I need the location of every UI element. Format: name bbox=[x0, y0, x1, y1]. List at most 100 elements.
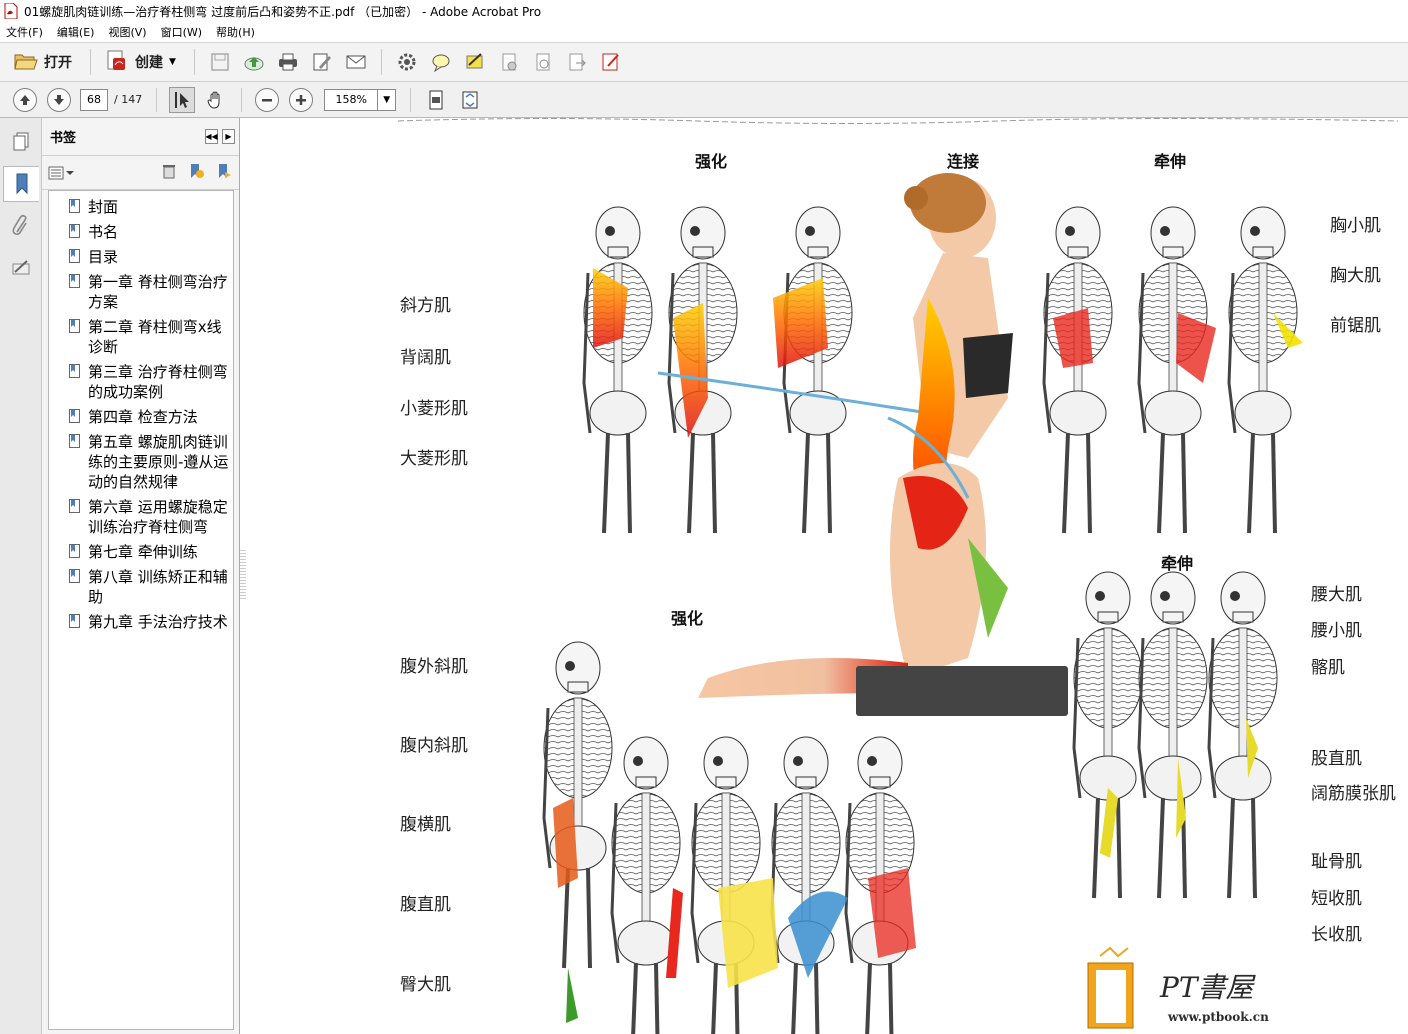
collapse-panel-button[interactable]: ◀◀ bbox=[205, 129, 218, 144]
page-thumbnails-tab[interactable] bbox=[3, 124, 39, 160]
bookmark-label: 第二章 脊柱侧弯x线诊断 bbox=[88, 318, 222, 356]
document-view[interactable]: 强化 连接 牵伸 强化 牵伸 斜方肌 背阔肌 小菱形肌 大菱形肌 腹外斜肌 腹内… bbox=[248, 118, 1408, 1034]
page-total: / 147 bbox=[114, 93, 143, 106]
bookmark-label: 第七章 牵伸训练 bbox=[88, 543, 198, 561]
watermark-title: PT書屋 bbox=[1160, 971, 1254, 1004]
print-icon[interactable] bbox=[275, 49, 301, 75]
dropdown-arrow-icon: ▼ bbox=[169, 57, 176, 67]
bookmark-item[interactable]: 第九章 手法治疗技术 bbox=[49, 610, 233, 635]
bookmark-item[interactable]: 第四章 检查方法 bbox=[49, 405, 233, 430]
next-page-button[interactable] bbox=[47, 87, 71, 112]
skeleton-group-stretch-top bbox=[1042, 205, 1303, 535]
zoom-in-button[interactable] bbox=[289, 87, 314, 112]
page-number-input[interactable] bbox=[80, 88, 108, 111]
comment-icon[interactable] bbox=[428, 49, 454, 75]
menu-help[interactable]: 帮助(H) bbox=[216, 24, 255, 40]
email-icon[interactable] bbox=[343, 49, 369, 75]
save-icon[interactable] bbox=[207, 49, 233, 75]
paperclip-icon bbox=[12, 214, 27, 235]
label-rhomboid-minor: 小菱形肌 bbox=[400, 399, 468, 419]
menu-edit[interactable]: 编辑(E) bbox=[57, 24, 95, 40]
pdf-file-icon bbox=[4, 2, 18, 20]
label-pectoralis-minor: 胸小肌 bbox=[1330, 216, 1381, 236]
bookmark-item[interactable]: 第一章 脊柱侧弯治疗方案 bbox=[49, 270, 233, 315]
full-screen-icon[interactable] bbox=[457, 87, 483, 113]
navigation-pane-tabs bbox=[0, 118, 42, 1034]
label-adductor-longus: 长收肌 bbox=[1311, 925, 1362, 945]
expand-bookmark-icon[interactable] bbox=[215, 162, 233, 183]
secure-icon[interactable] bbox=[496, 49, 522, 75]
create-button[interactable]: 创建 ▼ bbox=[99, 47, 182, 77]
navigation-toolbar: / 147 ▼ bbox=[0, 82, 1408, 118]
delete-bookmark-icon[interactable] bbox=[161, 163, 177, 182]
label-gluteus-maximus: 臀大肌 bbox=[400, 975, 451, 995]
zoom-select[interactable]: ▼ bbox=[324, 88, 397, 111]
bookmark-icon bbox=[69, 319, 80, 333]
bookmark-icon bbox=[16, 173, 27, 195]
toolbar-separator bbox=[241, 87, 243, 112]
bookmarks-panel-title: 书签 bbox=[50, 131, 77, 146]
bookmark-icon bbox=[69, 199, 80, 213]
window-title: 01螺旋肌肉链训练—治疗脊柱侧弯 过度前后凸和姿势不正.pdf （已加密） - … bbox=[24, 4, 542, 19]
bookmark-item[interactable]: 第三章 治疗脊柱侧弯的成功案例 bbox=[49, 360, 233, 405]
label-adductor-brevis: 短收肌 bbox=[1311, 889, 1362, 909]
bookmark-label: 第九章 手法治疗技术 bbox=[88, 613, 228, 631]
label-rectus-femoris: 股直肌 bbox=[1311, 749, 1362, 769]
open-button[interactable]: 打开 bbox=[8, 47, 78, 77]
menu-file[interactable]: 文件(F) bbox=[6, 24, 43, 40]
label-external-oblique: 腹外斜肌 bbox=[400, 657, 468, 677]
bookmark-item[interactable]: 第七章 牵伸训练 bbox=[49, 540, 233, 565]
arrow-up-icon bbox=[20, 94, 30, 105]
hand-tool-icon[interactable] bbox=[203, 87, 229, 113]
upload-icon[interactable] bbox=[241, 49, 267, 75]
options-menu-icon[interactable] bbox=[48, 165, 76, 181]
title-bar: 01螺旋肌肉链训练—治疗脊柱侧弯 过度前后凸和姿势不正.pdf （已加密） - … bbox=[0, 0, 1408, 22]
new-bookmark-icon[interactable] bbox=[187, 162, 205, 183]
plus-icon bbox=[296, 94, 307, 105]
form-icon[interactable] bbox=[598, 49, 624, 75]
select-tool-icon[interactable] bbox=[169, 86, 196, 113]
bookmark-icon bbox=[69, 224, 80, 238]
bookmark-icon bbox=[69, 614, 80, 628]
chevron-down-icon[interactable]: ▼ bbox=[377, 89, 395, 110]
sign-icon[interactable] bbox=[462, 49, 488, 75]
create-label: 创建 bbox=[135, 55, 163, 71]
skeleton-group-strengthen-top bbox=[582, 205, 929, 535]
zoom-input[interactable] bbox=[325, 89, 378, 110]
bookmark-item[interactable]: 第八章 训练矫正和辅助 bbox=[49, 565, 233, 610]
panel-options-button[interactable]: ▶ bbox=[222, 129, 235, 144]
label-transverse-abdominis: 腹横肌 bbox=[400, 815, 451, 835]
bookmark-item[interactable]: 目录 bbox=[49, 245, 233, 270]
bookmark-label: 第三章 治疗脊柱侧弯的成功案例 bbox=[88, 363, 228, 401]
header-strengthen-bottom: 强化 bbox=[671, 609, 704, 628]
bookmark-icon bbox=[69, 409, 80, 423]
signatures-tab[interactable] bbox=[3, 250, 39, 286]
bookmark-item[interactable]: 书名 bbox=[49, 220, 233, 245]
export-icon[interactable] bbox=[564, 49, 590, 75]
menu-window[interactable]: 窗口(W) bbox=[161, 24, 202, 40]
bookmarks-tab[interactable] bbox=[3, 166, 39, 202]
bookmark-item[interactable]: 第五章 螺旋肌肉链训练的主要原则-遵从运动的自然规律 bbox=[49, 430, 233, 495]
bookmarks-tools bbox=[42, 156, 239, 190]
signature-icon bbox=[12, 260, 30, 275]
menu-view[interactable]: 视图(V) bbox=[108, 24, 146, 40]
bookmark-label: 第六章 运用螺旋稳定训练治疗脊柱侧弯 bbox=[88, 498, 228, 536]
create-pdf-icon bbox=[105, 49, 129, 76]
fit-page-icon[interactable] bbox=[423, 87, 449, 113]
bookmark-label: 第八章 训练矫正和辅助 bbox=[88, 568, 228, 606]
attachments-tab[interactable] bbox=[3, 208, 39, 244]
previous-page-button[interactable] bbox=[13, 87, 37, 112]
bookmark-item[interactable]: 封面 bbox=[49, 195, 233, 220]
label-rectus-abdominis: 腹直肌 bbox=[400, 895, 451, 915]
bookmark-item[interactable]: 第二章 脊柱侧弯x线诊断 bbox=[49, 315, 233, 360]
panel-resize-handle[interactable] bbox=[240, 550, 246, 600]
menu-bar: 文件(F) 编辑(E) 视图(V) 窗口(W) 帮助(H) bbox=[0, 22, 1408, 42]
label-latissimus: 背阔肌 bbox=[400, 348, 451, 368]
bookmark-item[interactable]: 第六章 运用螺旋稳定训练治疗脊柱侧弯 bbox=[49, 495, 233, 540]
edit-icon[interactable] bbox=[309, 49, 335, 75]
bookmark-icon bbox=[69, 364, 80, 378]
label-iliacus: 髂肌 bbox=[1311, 658, 1345, 678]
review-icon[interactable] bbox=[530, 49, 556, 75]
zoom-out-button[interactable] bbox=[255, 87, 280, 112]
gear-icon[interactable] bbox=[394, 49, 420, 75]
